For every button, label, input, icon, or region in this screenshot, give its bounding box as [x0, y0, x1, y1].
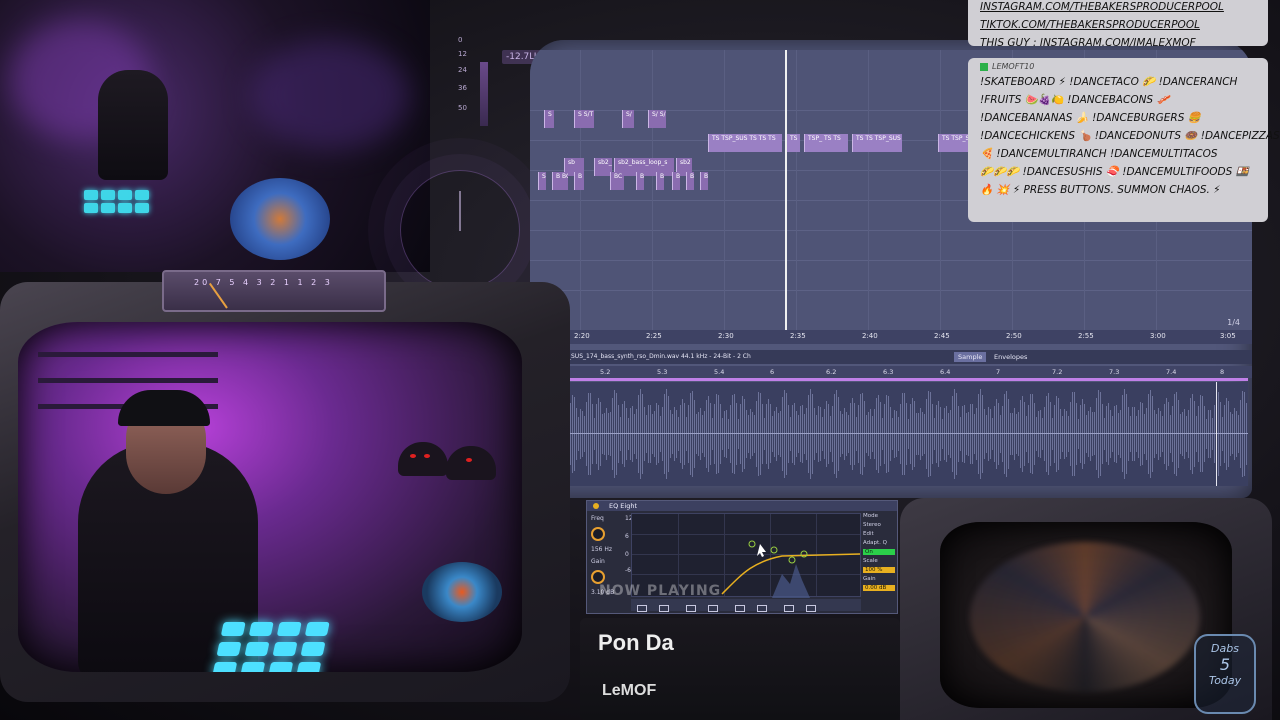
- filter-type-button[interactable]: [637, 605, 647, 612]
- freq-label: Freq: [591, 515, 604, 522]
- chat-username: LEMOFT10: [992, 62, 1035, 71]
- clip[interactable]: TS TSP_SUS TS TS TS: [708, 134, 782, 152]
- clip[interactable]: S: [544, 110, 554, 128]
- chat-message: INSTAGRAM.COM/THEBAKERSPRODUCERPOOL TIKT…: [968, 0, 1268, 49]
- adaptive-q-label: Adapt. Q: [863, 540, 888, 546]
- scale-label: Scale: [863, 558, 878, 564]
- dabs-today-badge: Dabs 5 Today: [1194, 634, 1256, 714]
- main-webcam-crt: [0, 282, 570, 702]
- eq-eight-device: EQ Eight Freq 156 Hz Gain 3.10 dB 12 6 0…: [586, 500, 898, 614]
- clip[interactable]: S S/T: [574, 110, 594, 128]
- playhead[interactable]: [785, 50, 787, 340]
- filter-type-button[interactable]: [806, 605, 817, 612]
- timeline-ruler[interactable]: 2:20 2:25 2:30 2:35 2:40 2:45 2:50 2:55 …: [530, 330, 1252, 344]
- clip[interactable]: B: [686, 172, 694, 190]
- drum-pad-controller: [212, 622, 330, 672]
- eq-band-3[interactable]: [788, 556, 796, 564]
- tab-envelopes[interactable]: Envelopes: [990, 352, 1031, 362]
- radar-decoration: [400, 170, 520, 290]
- scale-value[interactable]: 100 %: [863, 567, 895, 573]
- eq-band-1[interactable]: [748, 540, 756, 548]
- turntable-overhead: [230, 178, 330, 260]
- sample-filename: _SUS_174_bass_synth_rso_Dmin.wav 44.1 kH…: [568, 353, 751, 360]
- filter-type-button[interactable]: [757, 605, 768, 612]
- clip-detail-bar: _SUS_174_bass_synth_rso_Dmin.wav 44.1 kH…: [530, 350, 1252, 364]
- output-gain-value[interactable]: 0.00 dB: [863, 585, 895, 591]
- overhead-webcam: [0, 0, 430, 272]
- tab-sample[interactable]: Sample: [954, 352, 987, 362]
- clip[interactable]: B: [672, 172, 680, 190]
- device-header[interactable]: EQ Eight: [587, 501, 897, 511]
- loop-brace[interactable]: [568, 378, 1248, 381]
- gain-label: Gain: [591, 558, 605, 565]
- mode-label: Mode: [863, 513, 878, 519]
- clip[interactable]: TS: [786, 134, 800, 152]
- filter-type-button[interactable]: [659, 605, 669, 612]
- clip[interactable]: B: [574, 172, 584, 190]
- power-icon[interactable]: [593, 503, 599, 509]
- clip[interactable]: B: [700, 172, 708, 190]
- output-gain-label: Gain: [863, 576, 876, 582]
- spectrum: [772, 564, 810, 598]
- clip[interactable]: S: [538, 172, 546, 190]
- track-artist: LeMOF: [602, 682, 657, 699]
- filter-type-row: [631, 599, 861, 612]
- clip[interactable]: S/ S/: [648, 110, 666, 128]
- filter-type-button[interactable]: [708, 605, 719, 612]
- user-badge-icon: [980, 62, 988, 71]
- turntable: [422, 562, 502, 622]
- clip[interactable]: B BC: [552, 172, 568, 190]
- clip[interactable]: TS TSP_SUS: [938, 134, 972, 152]
- freq-value[interactable]: 156 Hz: [591, 546, 627, 553]
- lufs-meter: 0 12 24 36 50: [458, 36, 488, 128]
- drum-pad-overhead: [84, 190, 149, 213]
- filter-type-button[interactable]: [686, 605, 697, 612]
- clip[interactable]: BC: [610, 172, 624, 190]
- vu-meter: 20 7 5 4 3 2 1 1 2 3: [162, 270, 386, 312]
- mode-select[interactable]: Stereo: [863, 522, 895, 528]
- producer-overhead: [98, 70, 168, 180]
- chat-message: LEMOFT10 !SKATEBOARD ⚡ !DANCETACO 🌮 !DAN…: [968, 58, 1280, 222]
- producer-cap: [118, 390, 210, 426]
- gain-knob[interactable]: [591, 570, 605, 584]
- main-webcam: [18, 322, 522, 672]
- eq-band-2[interactable]: [770, 546, 778, 554]
- visualizer: [970, 542, 1200, 692]
- clip[interactable]: S/: [622, 110, 634, 128]
- track-title: Pon Da: [598, 630, 674, 655]
- mouse-cursor-icon: [757, 544, 766, 557]
- filter-type-button[interactable]: [784, 605, 795, 612]
- clip[interactable]: TS TS TSP_SUS: [852, 134, 902, 152]
- adaptive-q-toggle[interactable]: On: [863, 549, 895, 555]
- sample-ruler[interactable]: 5.2 5.3 5.4 6 6.2 6.3 6.4 7 7.2 7.3 7.4 …: [530, 366, 1252, 378]
- now-playing-label: NOW PLAYING: [599, 583, 722, 599]
- edit-label: Edit: [863, 531, 874, 537]
- stream-overlay: 0 12 24 36 50 -12.7LUFS S S S/T S/ S/ S/…: [0, 0, 1280, 720]
- device-title: EQ Eight: [609, 502, 637, 510]
- sample-waveform[interactable]: [568, 382, 1248, 486]
- filter-type-button[interactable]: [735, 605, 746, 612]
- clip[interactable]: B: [636, 172, 644, 190]
- clip[interactable]: TSP_ TS TS: [804, 134, 848, 152]
- clip[interactable]: B: [656, 172, 664, 190]
- chat-overlay: INSTAGRAM.COM/THEBAKERSPRODUCERPOOL TIKT…: [968, 0, 1280, 222]
- page-indicator: 1/4: [1227, 318, 1240, 327]
- freq-knob[interactable]: [591, 527, 605, 541]
- sample-playhead: [1216, 382, 1217, 486]
